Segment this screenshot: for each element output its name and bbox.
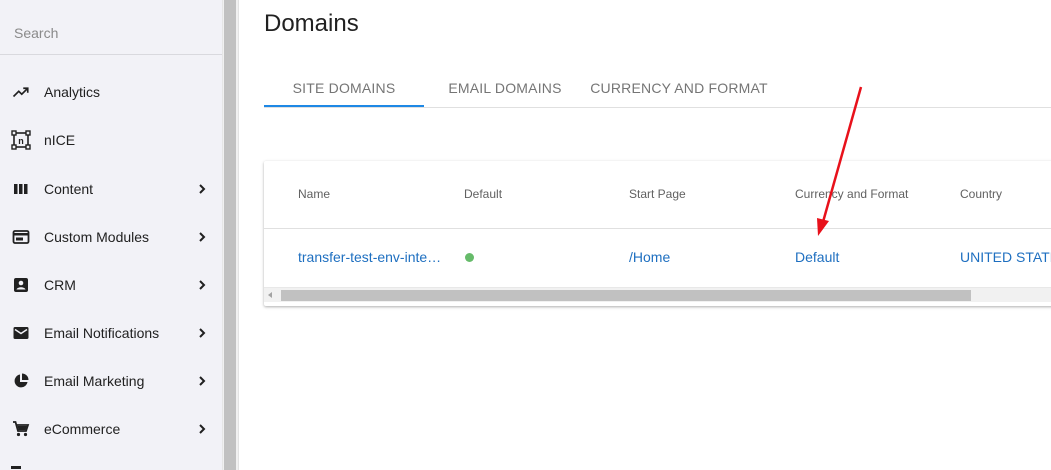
email-icon	[11, 323, 31, 343]
tab-currency-and-format[interactable]: CURRENCY AND FORMAT	[586, 68, 772, 107]
chevron-right-icon	[199, 184, 206, 194]
divider	[238, 0, 239, 470]
sidebar-item-nice[interactable]: n nICE	[0, 120, 222, 160]
country-link[interactable]: UNITED STATE	[960, 249, 1051, 265]
table-horizontal-scrollbar[interactable]	[264, 287, 1051, 302]
domain-name-link[interactable]: transfer-test-env-inte…	[298, 249, 441, 265]
sidebar-item-label: Analytics	[44, 84, 101, 100]
sidebar-item-ecommerce[interactable]: eCommerce	[0, 409, 222, 449]
sidebar-item-crm[interactable]: CRM	[0, 265, 222, 305]
column-header-currency-format[interactable]: Currency and Format	[795, 187, 908, 201]
scroll-left-icon[interactable]	[268, 292, 272, 298]
sidebar: Analytics n nICE Content Custom Modules	[0, 0, 222, 470]
column-header-default[interactable]: Default	[464, 187, 502, 201]
sidebar-item-analytics[interactable]: Analytics	[0, 72, 222, 112]
sidebar-item-label: nICE	[44, 132, 76, 148]
page-title: Domains	[264, 10, 359, 37]
contact-card-icon	[11, 275, 31, 295]
sidebar-item-label: Custom Modules	[44, 229, 150, 245]
chevron-right-icon	[199, 232, 206, 242]
default-status-dot	[465, 253, 474, 262]
trending-up-icon	[11, 82, 31, 102]
sidebar-item-content[interactable]: Content	[0, 169, 222, 209]
chevron-right-icon	[199, 424, 206, 434]
tab-email-domains[interactable]: EMAIL DOMAINS	[436, 68, 574, 107]
tab-site-domains[interactable]: SITE DOMAINS	[264, 68, 424, 107]
domains-table-card: Name Default Start Page Currency and For…	[264, 161, 1051, 306]
active-tab-indicator	[264, 105, 424, 107]
sidebar-item-label: Content	[44, 181, 94, 197]
sidebar-scrollbar-thumb[interactable]	[224, 0, 236, 470]
header-divider	[264, 228, 1051, 229]
web-module-icon	[11, 227, 31, 247]
column-header-start-page[interactable]: Start Page	[629, 187, 686, 201]
pie-chart-icon	[11, 371, 31, 391]
column-header-country[interactable]: Country	[960, 187, 1002, 201]
sidebar-item-label: Email Marketing	[44, 373, 145, 389]
column-header-name[interactable]: Name	[298, 187, 330, 201]
nice-icon: n	[11, 130, 31, 150]
svg-text:n: n	[18, 136, 24, 146]
sidebar-item-email-notifications[interactable]: Email Notifications	[0, 313, 222, 353]
sidebar-item-email-marketing[interactable]: Email Marketing	[0, 361, 222, 401]
chevron-right-icon	[199, 376, 206, 386]
sidebar-item-custom-modules[interactable]: Custom Modules	[0, 217, 222, 257]
sidebar-search	[0, 0, 222, 55]
start-page-link[interactable]: /Home	[629, 249, 670, 265]
chevron-right-icon	[199, 280, 206, 290]
partial-icon	[11, 462, 23, 470]
sidebar-item-label: CRM	[44, 277, 76, 293]
sidebar-item-label: Email Notifications	[44, 325, 160, 341]
columns-icon	[11, 179, 31, 199]
table-scrollbar-thumb[interactable]	[281, 290, 971, 301]
search-input[interactable]	[14, 23, 209, 43]
sidebar-item-label: eCommerce	[44, 421, 121, 437]
cart-icon	[11, 419, 31, 439]
chevron-right-icon	[199, 328, 206, 338]
currency-format-link[interactable]: Default	[795, 249, 839, 265]
tab-bar: SITE DOMAINS EMAIL DOMAINS CURRENCY AND …	[264, 68, 1051, 108]
